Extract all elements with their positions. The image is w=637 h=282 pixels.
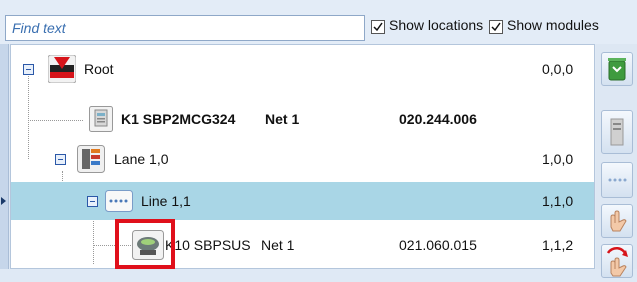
node-address: 1,1,2	[542, 237, 574, 253]
recycle-bin-button[interactable]	[601, 52, 633, 86]
module-serial: 021.060.015	[399, 237, 477, 253]
carlo-gavazzi-logo-icon	[47, 54, 77, 84]
hand-pointer-button[interactable]	[601, 204, 633, 238]
node-name: Lane 1,0	[114, 151, 169, 167]
tree-row-module-k1[interactable]: K1 SBP2MCG324 Net 1 020.244.006	[11, 100, 594, 138]
right-toolbar	[596, 44, 637, 278]
module-name: K10 SBPSUS	[165, 237, 251, 253]
module-net: Net 1	[265, 111, 300, 127]
line-button[interactable]	[601, 162, 633, 198]
search-input[interactable]: Find text	[5, 15, 365, 41]
show-modules-checkbox[interactable]	[489, 20, 503, 34]
show-locations-label: Show locations	[389, 17, 484, 33]
tree-row-line[interactable]: Line 1,1 1,1,0	[11, 182, 594, 220]
collapse-icon[interactable]	[55, 154, 66, 165]
module-net: Net 1	[261, 237, 295, 253]
left-splitter[interactable]	[0, 44, 9, 269]
collapse-icon[interactable]	[23, 64, 34, 75]
toolbar: Find text Show locations Show modules	[0, 0, 637, 44]
lane-icon	[77, 145, 105, 173]
collapse-icon[interactable]	[87, 196, 98, 207]
tree-row-root[interactable]: Root 0,0,0	[11, 50, 594, 88]
node-address: 1,1,0	[542, 193, 574, 209]
line-icon	[105, 190, 133, 212]
show-modules-label: Show modules	[507, 17, 599, 33]
tree-view: Root 0,0,0 K1 SBP2MCG324 Net 1 020.244.0…	[10, 44, 595, 269]
module-name: K1 SBP2MCG324	[121, 111, 236, 127]
node-name: Root	[84, 61, 114, 77]
show-locations-checkbox[interactable]	[371, 20, 385, 34]
node-name: Line 1,1	[141, 193, 191, 209]
node-address: 0,0,0	[542, 61, 574, 77]
module-serial: 020.244.006	[399, 111, 477, 127]
expand-arrow-icon[interactable]	[1, 197, 6, 205]
tree-row-sensor-k10[interactable]: K10 SBPSUS Net 1 021.060.015 1,1,2	[11, 226, 594, 264]
highlight-box	[115, 219, 175, 269]
hand-rotate-button[interactable]	[601, 244, 633, 278]
module-button[interactable]	[601, 110, 633, 154]
tree-row-lane[interactable]: Lane 1,0 1,0,0	[11, 140, 594, 178]
node-address: 1,0,0	[542, 151, 574, 167]
device-module-icon	[89, 106, 113, 132]
